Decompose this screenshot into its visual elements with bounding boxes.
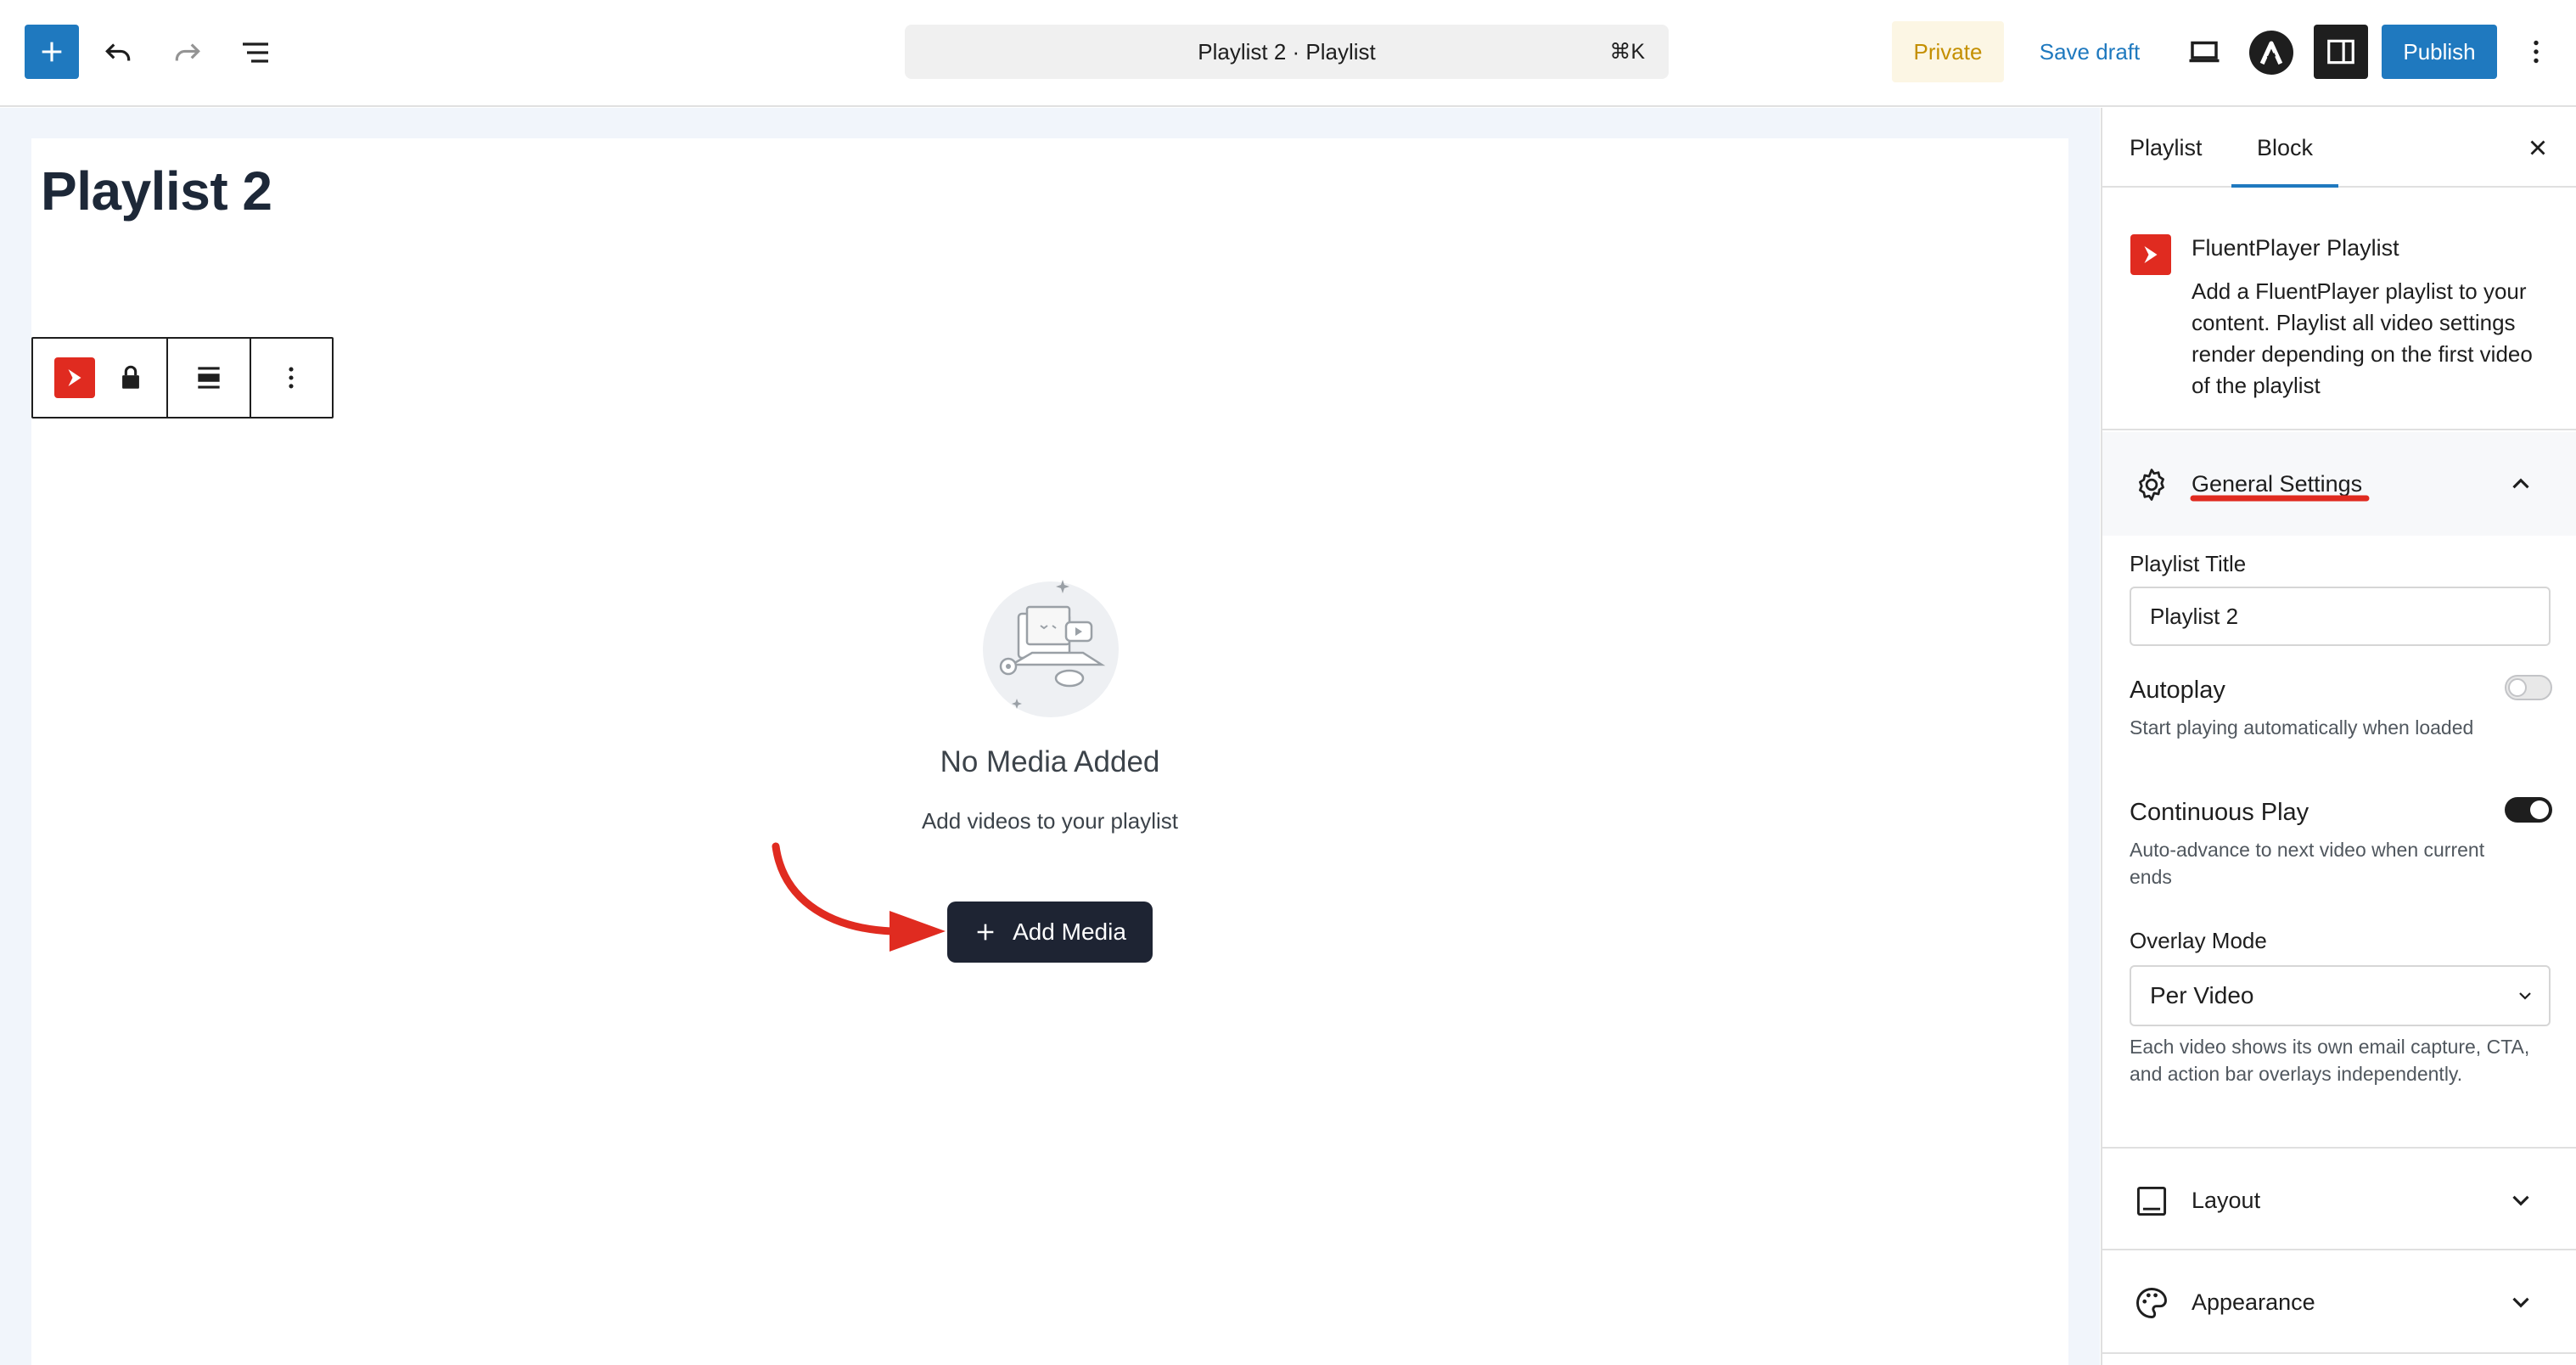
close-icon: [2530, 140, 2545, 155]
continuous-play-label: Continuous Play: [2130, 799, 2309, 826]
undo-button[interactable]: [97, 31, 139, 74]
overlay-mode-help: Each video shows its own email capture, …: [2130, 1036, 2530, 1085]
redo-button[interactable]: [166, 31, 209, 74]
playlist-title-input[interactable]: Playlist 2: [2130, 587, 2551, 646]
appearance-panel-toggle[interactable]: Appearance: [2102, 1250, 2576, 1354]
block-options-group: [251, 339, 332, 417]
general-settings-label: General Settings: [2192, 471, 2363, 497]
block-toolbar: [31, 337, 334, 418]
visibility-button[interactable]: Private: [1892, 21, 2004, 82]
sidebar-tabs: Playlist Block: [2102, 108, 2576, 188]
toggle-knob: [2530, 800, 2549, 819]
command-shortcut: ⌘K: [1609, 40, 1645, 64]
astra-settings-button[interactable]: [2249, 31, 2293, 75]
block-card-title: FluentPlayer Playlist: [2192, 235, 2399, 261]
empty-state-title: No Media Added: [940, 745, 1160, 778]
list-view-button[interactable]: [234, 31, 277, 74]
plus-icon: [977, 924, 994, 941]
continuous-play-toggle[interactable]: [2505, 797, 2552, 823]
chevron-down-icon: [2512, 1297, 2529, 1308]
align-button[interactable]: [193, 362, 225, 394]
sidebar-icon: [2327, 39, 2354, 65]
chevron-down-icon: [2519, 992, 2531, 1000]
redo-icon: [175, 43, 200, 61]
fluentplayer-logo-icon: [68, 369, 81, 386]
layout-icon: [2136, 1186, 2167, 1216]
toggle-knob: [2508, 678, 2527, 697]
block-options-button[interactable]: [277, 363, 306, 392]
tab-block[interactable]: Block: [2231, 108, 2339, 188]
gear-icon: [2139, 469, 2164, 501]
layout-label: Layout: [2192, 1188, 2261, 1213]
align-wide-icon: [198, 367, 220, 389]
block-inserter-button[interactable]: [25, 25, 79, 79]
general-settings-panel-toggle[interactable]: General Settings: [2102, 432, 2576, 536]
preview-button[interactable]: [2181, 31, 2227, 73]
annotation-underline-icon: [2190, 495, 2370, 502]
playlist-title-label: Playlist Title: [2130, 551, 2247, 576]
overlay-mode-value: Per Video: [2150, 982, 2254, 1008]
empty-state-subtitle: Add videos to your playlist: [921, 808, 1179, 834]
annotation-arrow-icon: [772, 842, 946, 952]
overlay-mode-label: Overlay Mode: [2130, 928, 2267, 953]
overlay-mode-select[interactable]: Per Video: [2130, 965, 2551, 1026]
chevron-up-icon: [2512, 478, 2529, 489]
autoplay-help: Start playing automatically when loaded: [2130, 716, 2474, 739]
fluentplayer-block-icon: [2130, 234, 2171, 275]
publish-button[interactable]: Publish: [2382, 25, 2497, 79]
settings-sidebar-toggle[interactable]: [2314, 25, 2368, 79]
close-sidebar-button[interactable]: [2518, 128, 2557, 167]
appearance-label: Appearance: [2192, 1289, 2315, 1315]
lock-icon: [122, 365, 139, 389]
desktop-icon: [2189, 41, 2220, 63]
post-title[interactable]: Playlist 2: [41, 160, 272, 222]
align-group: [168, 339, 251, 417]
add-media-label: Add Media: [1013, 918, 1126, 945]
layout-panel-toggle[interactable]: Layout: [2102, 1147, 2576, 1250]
undo-icon: [105, 43, 131, 61]
block-type-group: [33, 339, 169, 417]
fluentplayer-logo-icon: [2144, 246, 2158, 263]
palette-icon: [2136, 1288, 2167, 1318]
chevron-down-icon: [2512, 1195, 2529, 1206]
autoplay-toggle[interactable]: [2505, 675, 2552, 700]
document-title: Playlist 2 · Playlist: [1198, 39, 1376, 65]
add-media-button[interactable]: Add Media: [947, 902, 1153, 963]
list-view-icon: [243, 42, 268, 63]
options-menu-button[interactable]: [2519, 31, 2553, 73]
settings-sidebar: Playlist Block FluentPlayer Playlist Add…: [2101, 108, 2576, 1365]
editor-header: Playlist 2 · Playlist ⌘K Private Save dr…: [0, 0, 2576, 107]
command-palette-bar[interactable]: Playlist 2 · Playlist ⌘K: [905, 25, 1669, 79]
editor-canvas-area: [0, 108, 2100, 1365]
block-type-button[interactable]: [54, 357, 96, 398]
tab-playlist[interactable]: Playlist: [2130, 108, 2203, 188]
block-card-description: Add a FluentPlayer playlist to your cont…: [2192, 278, 2533, 398]
block-card: FluentPlayer Playlist Add a FluentPlayer…: [2102, 189, 2576, 430]
lock-button[interactable]: [116, 363, 145, 392]
kebab-icon: [289, 367, 294, 389]
plus-icon: [42, 42, 62, 62]
kebab-icon: [2534, 40, 2539, 64]
save-draft-button[interactable]: Save draft: [2022, 21, 2158, 82]
continuous-play-help: Auto-advance to next video when current …: [2130, 839, 2485, 888]
astra-logo-icon: [2249, 31, 2293, 75]
autoplay-label: Autoplay: [2130, 677, 2225, 704]
no-media-illustration-icon: [983, 580, 1119, 717]
